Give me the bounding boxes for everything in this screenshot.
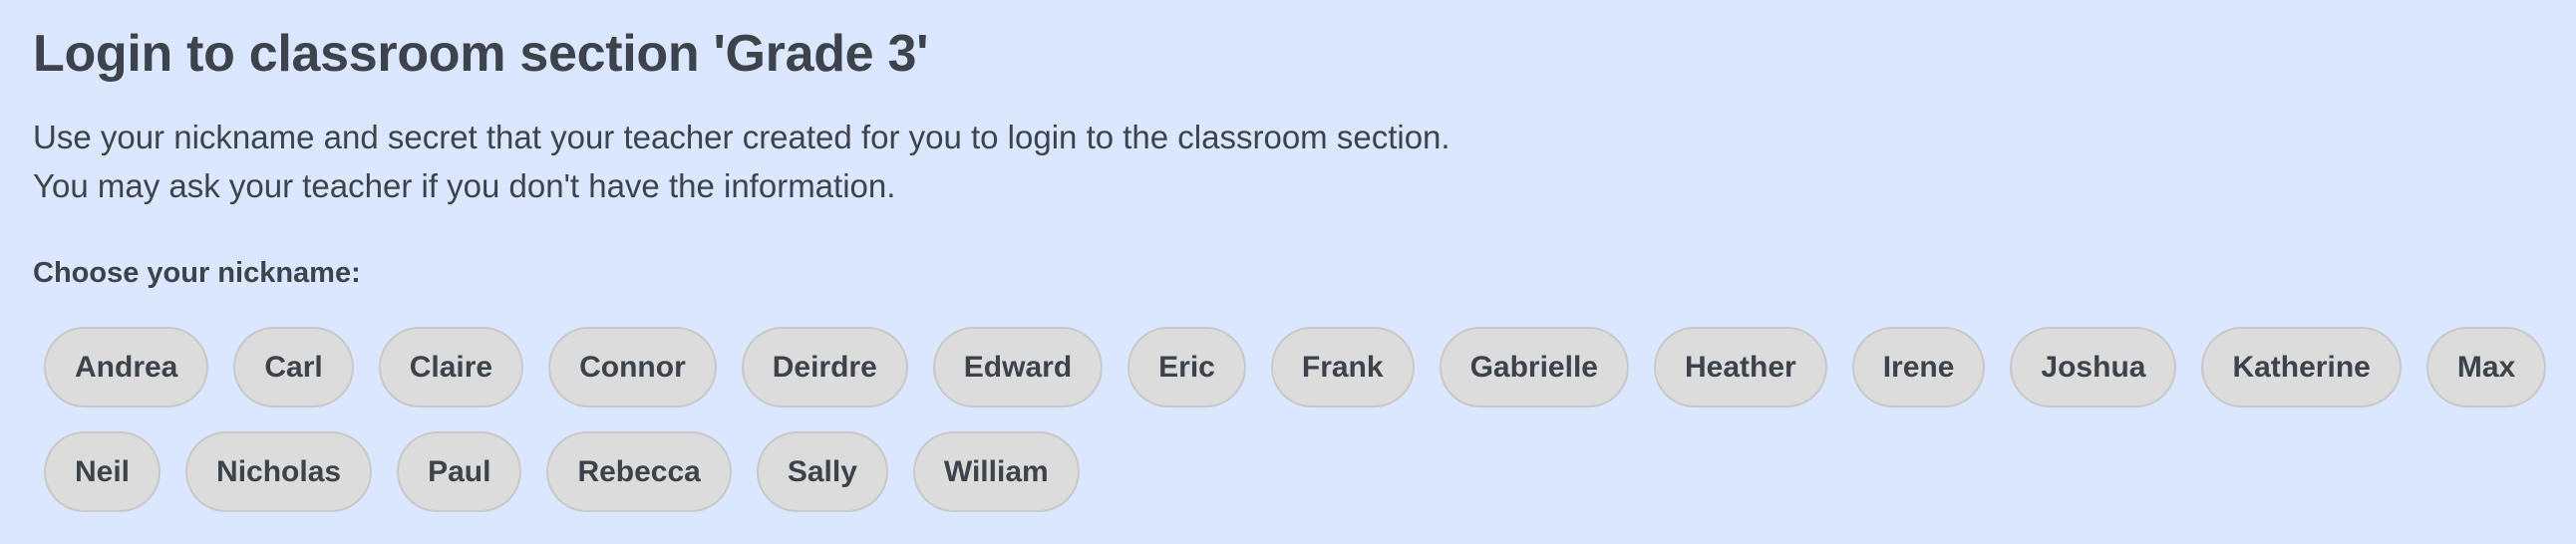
nickname-button-carl[interactable]: Carl [233, 327, 354, 408]
nickname-button-irene[interactable]: Irene [1851, 327, 1986, 408]
nickname-row-1: Andrea Carl Claire Connor Deirdre Edward… [44, 327, 2547, 408]
nickname-button-paul[interactable]: Paul [397, 431, 522, 512]
choose-nickname-label: Choose your nickname: [33, 257, 361, 289]
nickname-list: Andrea Carl Claire Connor Deirdre Edward… [44, 327, 2547, 536]
nickname-button-max[interactable]: Max [2425, 327, 2547, 408]
nickname-button-william[interactable]: William [912, 431, 1080, 512]
nickname-row-2: Neil Nicholas Paul Rebecca Sally William [44, 431, 2546, 512]
nickname-button-claire[interactable]: Claire [378, 327, 524, 408]
nickname-button-joshua[interactable]: Joshua [2010, 327, 2177, 408]
nickname-button-gabrielle[interactable]: Gabrielle [1439, 327, 1629, 408]
nickname-button-katherine[interactable]: Katherine [2201, 327, 2402, 408]
nickname-button-sally[interactable]: Sally [756, 431, 888, 512]
intro-line-2: You may ask your teacher if you don't ha… [33, 167, 896, 204]
page-title: Login to classroom section 'Grade 3' [33, 25, 929, 83]
nickname-button-rebecca[interactable]: Rebecca [546, 431, 732, 512]
nickname-button-connor[interactable]: Connor [548, 327, 717, 408]
nickname-button-deirdre[interactable]: Deirdre [741, 327, 908, 408]
nickname-button-heather[interactable]: Heather [1653, 327, 1827, 408]
intro-line-1: Use your nickname and secret that your t… [33, 119, 1450, 155]
nickname-button-neil[interactable]: Neil [44, 431, 161, 512]
nickname-button-nicholas[interactable]: Nicholas [185, 431, 373, 512]
nickname-button-frank[interactable]: Frank [1270, 327, 1415, 408]
nickname-button-andrea[interactable]: Andrea [44, 327, 209, 408]
intro-text: Use your nickname and secret that your t… [33, 113, 1450, 210]
nickname-button-eric[interactable]: Eric [1127, 327, 1246, 408]
nickname-button-edward[interactable]: Edward [932, 327, 1104, 408]
